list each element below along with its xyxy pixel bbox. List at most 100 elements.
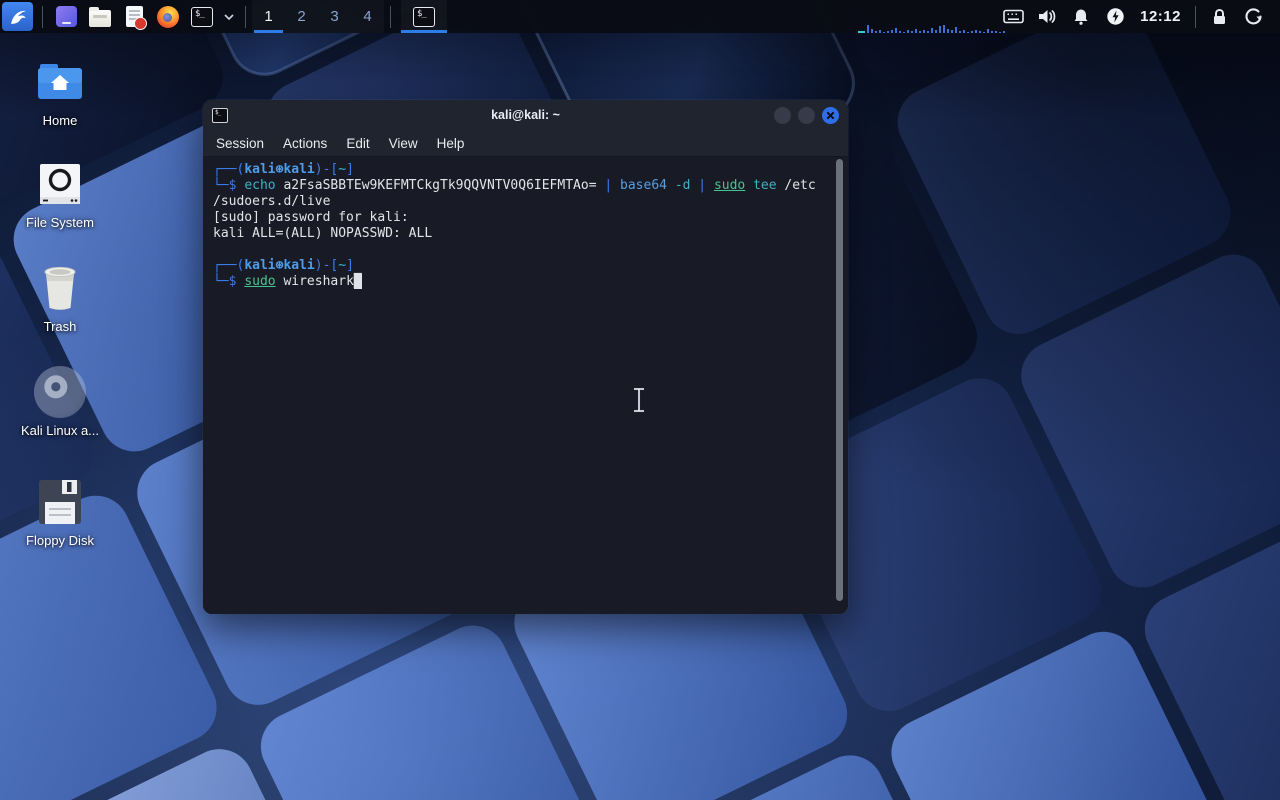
- window-terminal-icon: $_: [212, 107, 228, 123]
- close-button[interactable]: [822, 106, 839, 124]
- power-icon: [1106, 8, 1124, 25]
- ibeam-cursor: [634, 387, 644, 413]
- spectrum-bar: [915, 29, 917, 33]
- terminal-window: $_ kali@kali: ~ Session Actions Edit Vie…: [203, 100, 848, 614]
- terminal-line: [sudo] password for kali:: [213, 210, 409, 225]
- notifications-button[interactable]: [1064, 8, 1098, 26]
- terminal-line: └─$ sudo wireshark█: [213, 274, 362, 289]
- file-manager-icon: [89, 6, 111, 27]
- volume-button[interactable]: [1030, 8, 1064, 25]
- workspace-4[interactable]: 4: [351, 0, 384, 33]
- window-titlebar[interactable]: $_ kali@kali: ~: [203, 100, 848, 130]
- terminal-line: └─$ echo a2FsaSBBTEw9KEFMTCkgTk9QQVNTV0Q…: [213, 178, 816, 193]
- desktop-item-kali-installer[interactable]: Kali Linux a...: [14, 366, 106, 438]
- workspace-3-label: 3: [330, 8, 339, 25]
- spectrum-bar: [979, 31, 981, 33]
- spectrum-bar: [963, 30, 965, 33]
- maximize-button[interactable]: [798, 106, 815, 124]
- desktop-item-home[interactable]: Home: [14, 56, 106, 128]
- power-manager-button[interactable]: [1098, 7, 1132, 26]
- close-icon: [826, 111, 835, 119]
- panel-spectrum-visualizer: [858, 23, 1005, 33]
- terminal-line: /sudoers.d/live: [213, 194, 331, 209]
- spectrum-bar: [911, 31, 913, 33]
- desktop-label: Floppy Disk: [26, 533, 94, 548]
- minimize-button[interactable]: [774, 106, 791, 124]
- spectrum-bar: [927, 31, 929, 33]
- terminal-icon: $_: [413, 6, 435, 27]
- workspace-active-indicator: [254, 30, 283, 33]
- file-system-icon: [40, 164, 80, 204]
- window-list-terminal-button[interactable]: $_: [401, 0, 447, 33]
- launcher-firefox[interactable]: [154, 3, 182, 31]
- launcher-text-editor[interactable]: [120, 3, 148, 31]
- launcher-terminal[interactable]: $_: [188, 3, 216, 31]
- spectrum-bar: [895, 28, 897, 33]
- scrollbar-thumb[interactable]: [836, 159, 843, 601]
- terminal-menubar: Session Actions Edit View Help: [203, 130, 848, 157]
- spectrum-bar: [987, 29, 989, 33]
- workspace-2-label: 2: [297, 8, 306, 25]
- menu-item-actions[interactable]: Actions: [283, 136, 327, 151]
- launcher-file-manager[interactable]: [86, 3, 114, 31]
- spectrum-bar: [975, 30, 977, 33]
- cd-disc-icon: [34, 366, 86, 418]
- floppy-disk-icon: [39, 480, 81, 524]
- spectrum-bar: [955, 27, 957, 33]
- chevron-down-icon[interactable]: [223, 13, 235, 21]
- home-folder-icon: [38, 64, 82, 99]
- panel-clock[interactable]: 12:12: [1140, 8, 1181, 25]
- spectrum-bar: [983, 32, 985, 33]
- menu-item-help[interactable]: Help: [437, 136, 465, 151]
- spectrum-bar: [935, 30, 937, 33]
- top-panel: $_ 1 2 3 4 $_ 12:12: [0, 0, 1280, 33]
- spectrum-bar: [887, 31, 889, 33]
- terminal-content[interactable]: ┌──(kali⊛kali)-[~] └─$ echo a2FsaSBBTEw9K…: [203, 157, 848, 614]
- lock-screen-button[interactable]: [1202, 8, 1236, 26]
- spectrum-bar: [947, 29, 949, 33]
- spectrum-bar: [923, 30, 925, 33]
- spectrum-bar: [919, 31, 921, 33]
- spectrum-bar: [867, 25, 869, 33]
- lock-icon: [1213, 8, 1225, 24]
- menu-item-edit[interactable]: Edit: [346, 136, 369, 151]
- desktop-settings-icon: [55, 6, 77, 27]
- firefox-icon: [157, 5, 179, 28]
- applications-menu-button[interactable]: [2, 2, 33, 31]
- terminal-line: ┌──(kali⊛kali)-[~]: [213, 258, 354, 273]
- panel-separator: [390, 5, 391, 28]
- panel-separator: [245, 5, 246, 28]
- panel-separator: [1195, 5, 1196, 28]
- terminal-line: kali ALL=(ALL) NOPASSWD: ALL: [213, 226, 433, 241]
- spectrum-bar: [991, 31, 993, 33]
- spectrum-bar: [903, 32, 905, 33]
- workspace-1[interactable]: 1: [252, 0, 285, 33]
- kali-dragon-icon: [10, 10, 26, 24]
- text-editor-icon: [125, 6, 147, 30]
- desktop-item-trash[interactable]: Trash: [14, 262, 106, 334]
- desktop-label: File System: [26, 215, 94, 230]
- desktop-item-floppy-disk[interactable]: Floppy Disk: [14, 476, 106, 548]
- workspace-1-label: 1: [264, 8, 273, 25]
- workspace-3[interactable]: 3: [318, 0, 351, 33]
- keyboard-layout-button[interactable]: [996, 9, 1030, 24]
- desktop-item-file-system[interactable]: File System: [14, 158, 106, 230]
- desktop-label: Home: [42, 113, 78, 128]
- spectrum-bar: [931, 28, 933, 33]
- spectrum-bar: [899, 31, 901, 33]
- launcher-desktop-settings[interactable]: [52, 3, 80, 31]
- terminal-lines: ┌──(kali⊛kali)-[~] └─$ echo a2FsaSBBTEw9K…: [213, 162, 838, 290]
- desktop-label: Trash: [43, 319, 77, 334]
- workspace-2[interactable]: 2: [285, 0, 318, 33]
- menu-item-view[interactable]: View: [389, 136, 418, 151]
- logout-button[interactable]: [1236, 7, 1270, 26]
- spectrum-bar: [875, 31, 877, 33]
- panel-tray: 12:12: [996, 0, 1280, 33]
- panel-separator: [42, 5, 43, 28]
- trash-icon: [44, 266, 76, 310]
- workspace-switcher: 1 2 3 4: [252, 0, 384, 33]
- window-active-indicator: [401, 30, 447, 33]
- menu-item-session[interactable]: Session: [216, 136, 264, 151]
- logout-icon: [1244, 8, 1262, 25]
